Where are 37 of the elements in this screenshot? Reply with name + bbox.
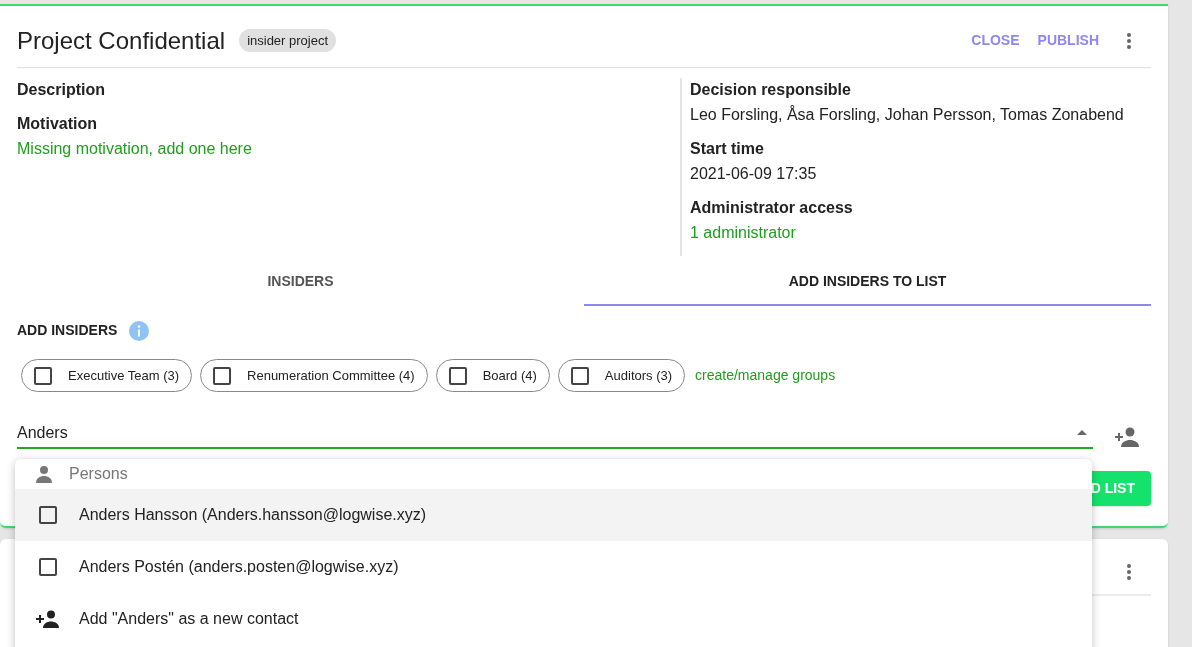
option-label: Anders Hansson (Anders.hansson@logwise.xyz) [79,505,427,525]
section-heading: ADD INSIDERS [17,321,118,340]
chip-label: Board (4) [482,366,537,385]
checkbox[interactable] [448,366,467,385]
field-label: Motivation [17,114,98,134]
option-label: Add "Anders" as a new contact [79,609,299,629]
option-label: Anders Postén (anders.posten@logwise.xyz) [79,557,399,577]
field-link[interactable]: Missing motivation, add one here [17,137,680,162]
field-label: Description [17,80,106,100]
project-badge: insider project [239,28,337,53]
dropdown-option[interactable]: Anders Postén (anders.posten@logwise.xyz) [15,541,1092,593]
field-label: Administrator access [690,198,854,218]
section-label: Persons [69,464,128,484]
chip-label: Executive Team (3) [68,366,180,385]
chip-label: Auditors (3) [604,366,673,385]
checkbox[interactable] [213,366,232,385]
person-add-icon[interactable] [1113,427,1139,447]
person-icon [35,465,53,483]
field-label: Decision responsible [690,80,852,100]
tab[interactable]: ADD INSIDERS TO LIST [584,258,1151,306]
checkbox[interactable] [570,366,589,385]
field-link[interactable]: 1 administrator [690,221,1124,246]
field-value: 2021-06-09 17:35 [690,164,818,184]
manage-groups-link[interactable]: create/manage groups [695,365,836,386]
caret-icon[interactable] [1077,430,1087,435]
dropdown-option[interactable]: Anders Hansson (Anders.hansson@logwise.xyz) [15,489,1092,541]
person-add-icon [36,610,60,628]
tab[interactable]: INSIDERS [17,258,584,306]
chip-label: Renumeration Committee (4) [247,366,415,385]
dropdown-option[interactable]: Add "Anders" as a new contact [15,593,1092,645]
checkbox[interactable] [39,558,57,576]
checkbox[interactable] [39,506,57,524]
field-value: Leo Forsling, Åsa Forsling, Johan Persson, Tomas Zonabend [690,104,1124,125]
search-field[interactable]: Anders [17,418,1077,447]
project-title: Project Confidential [17,25,226,56]
field-label: Start time [690,139,765,159]
checkbox[interactable] [34,366,52,385]
